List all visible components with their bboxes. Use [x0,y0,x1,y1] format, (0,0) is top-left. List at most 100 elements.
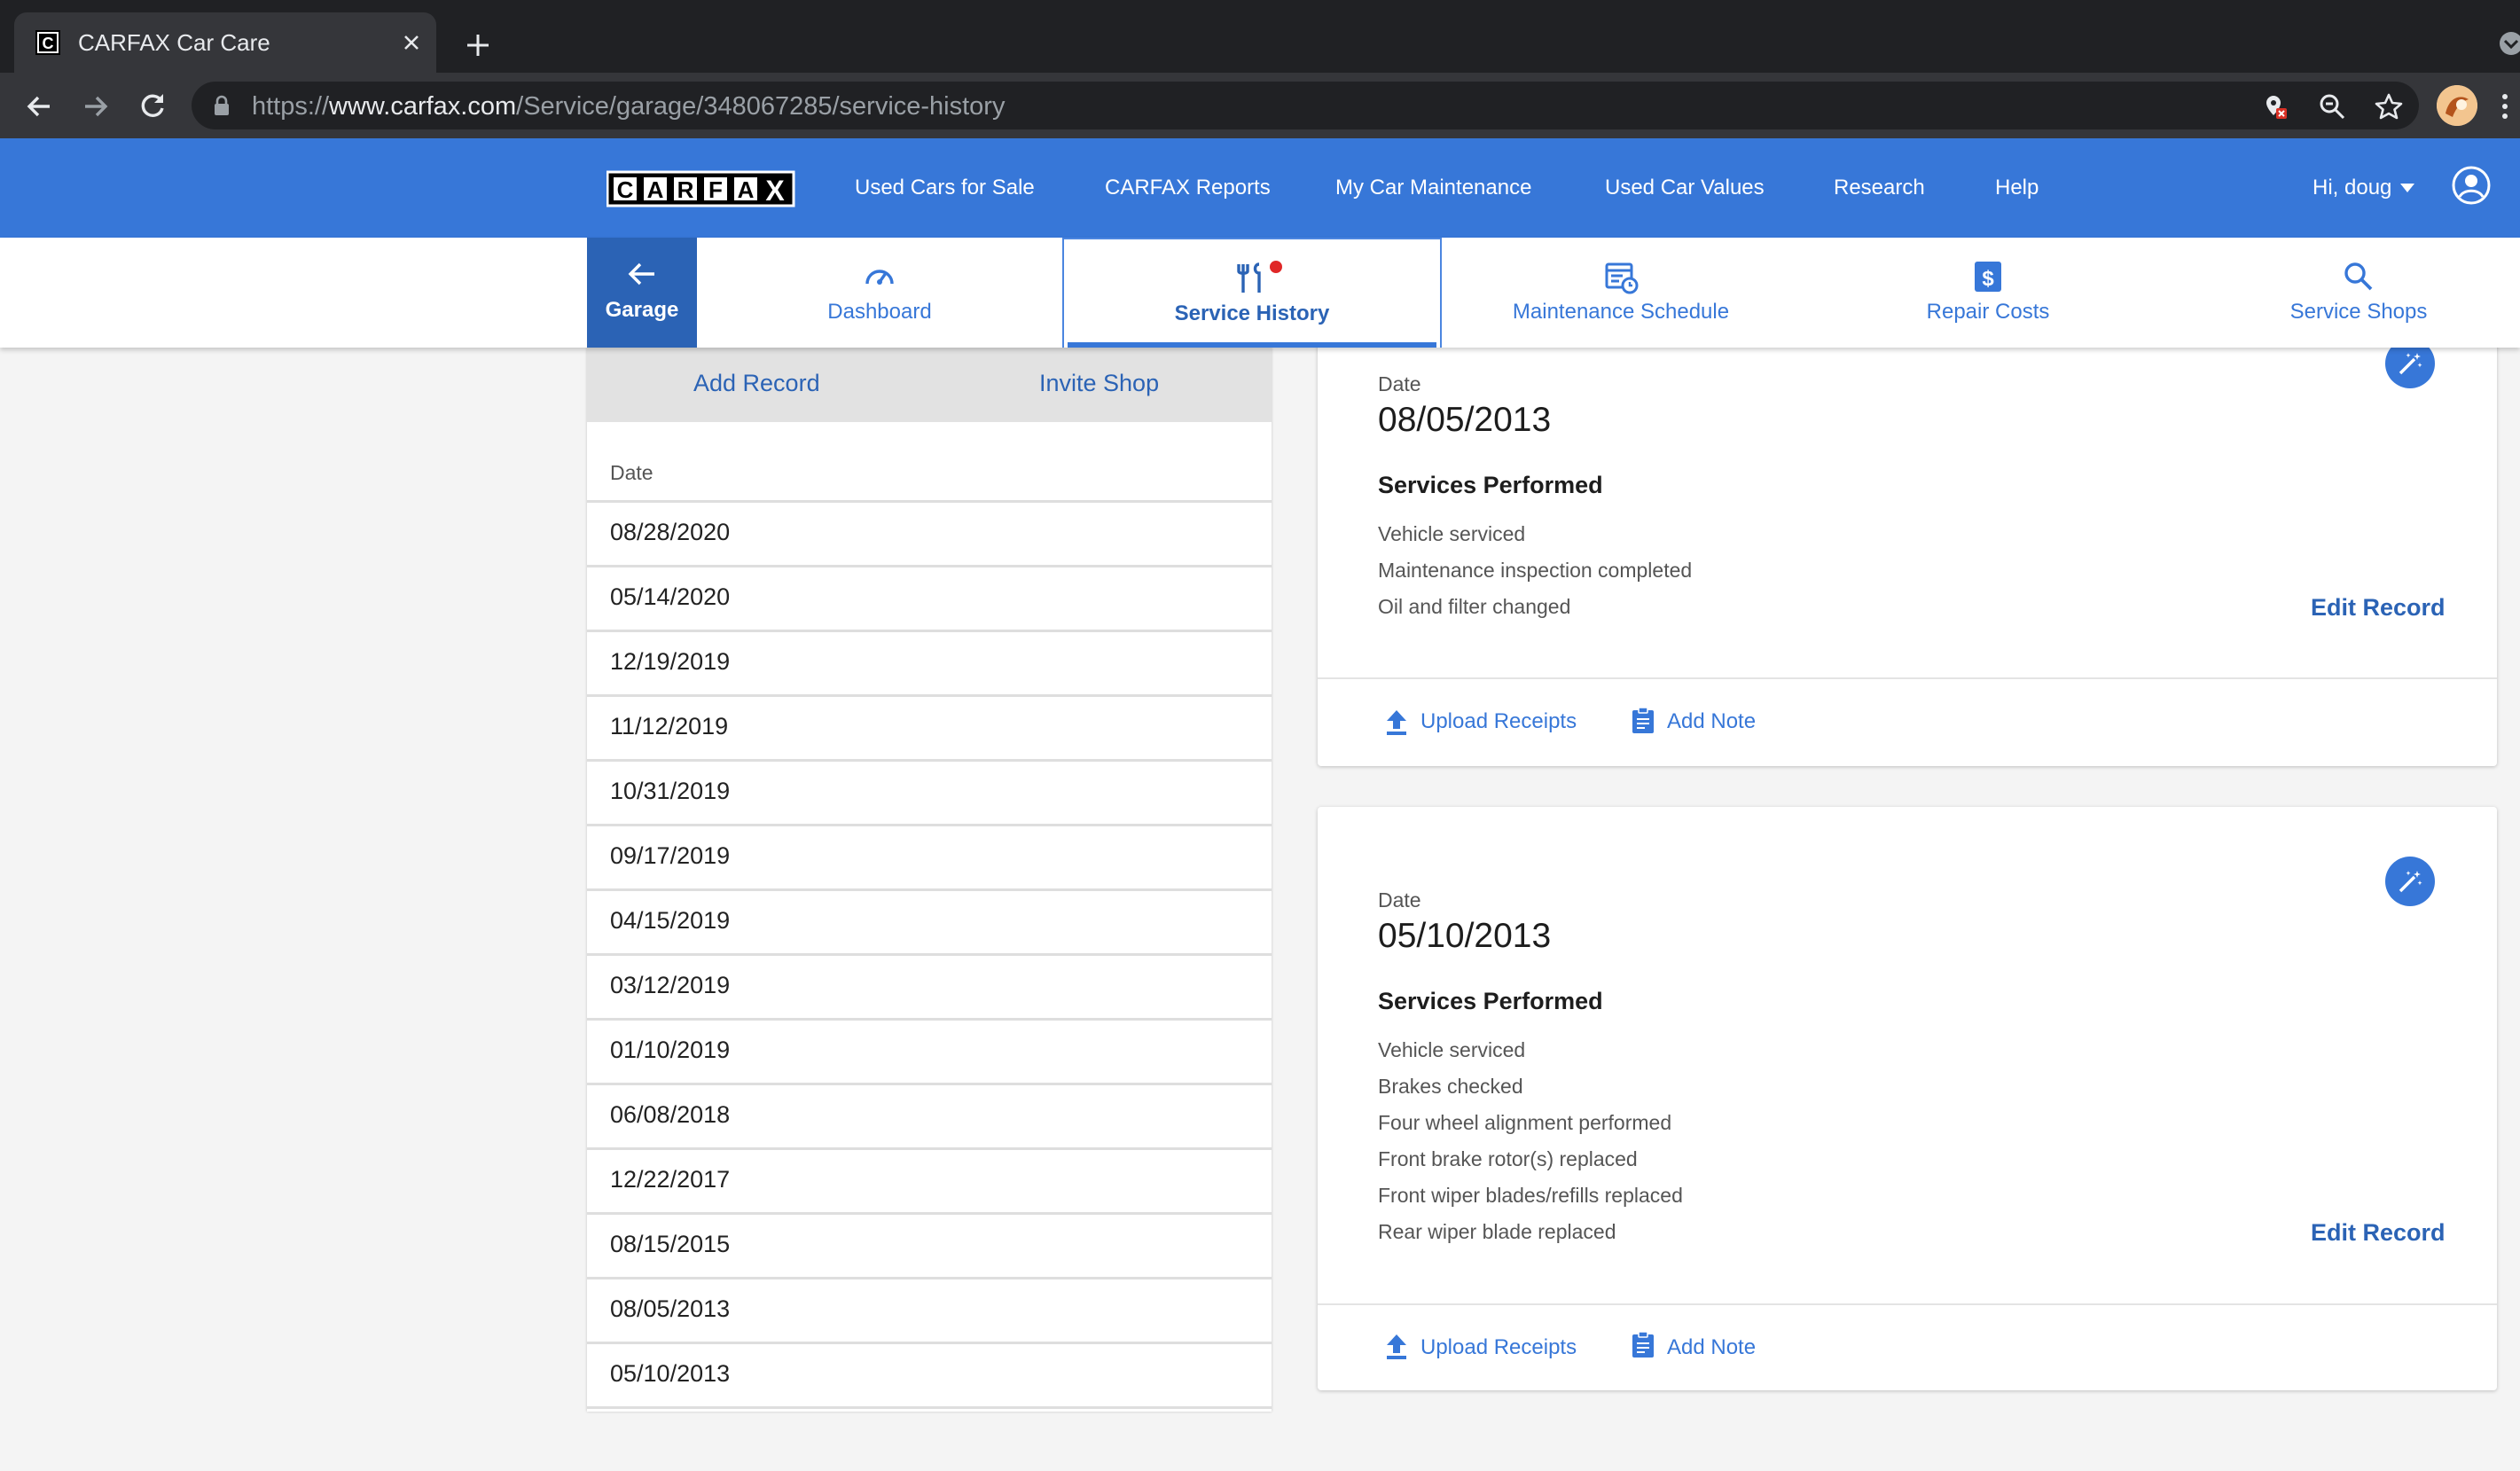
service-item: Front brake rotor(s) replaced [1378,1147,1638,1170]
upload-icon[interactable] [1383,1332,1410,1360]
date-list-item[interactable]: 01/10/2019 [587,1018,1272,1083]
dollar-icon: $ [1975,262,2001,292]
tab-label: Dashboard [827,300,932,324]
date-list-item[interactable]: 08/05/2013 [587,1277,1272,1342]
date-list-item[interactable]: 11/12/2019 [587,694,1272,759]
service-record-card: Date 05/10/2013 Services Performed Vehic… [1318,807,2497,1390]
notification-dot [1270,261,1282,273]
magic-wand-icon [2399,871,2422,893]
date-label: Date [1378,888,1421,912]
edit-record-fab[interactable] [2385,857,2435,906]
upload-icon[interactable] [1383,708,1410,736]
clipboard-note-icon[interactable] [1630,1330,1656,1358]
nav-research[interactable]: Research [1834,174,1925,202]
svg-text:X: X [765,175,785,207]
tab-repair-costs[interactable]: $ Repair Costs [1800,238,2176,348]
nav-car-values[interactable]: Used Car Values [1605,174,1765,202]
new-tab-plus-icon[interactable] [463,30,493,60]
tab-label: Service History [1174,301,1330,325]
nav-used-cars[interactable]: Used Cars for Sale [855,174,1035,202]
carfax-favicon-icon: C [35,30,60,55]
date-list-item[interactable]: 10/31/2019 [587,759,1272,824]
profile-avatar[interactable] [2437,85,2477,126]
browser-tab[interactable]: C CARFAX Car Care [14,12,436,73]
nav-help[interactable]: Help [1995,174,2039,202]
zoom-icon[interactable] [2318,92,2346,121]
service-item: Vehicle serviced [1378,522,1526,545]
card-divider [1318,1303,2497,1305]
add-note-button[interactable]: Add Note [1667,709,1756,734]
forward-arrow-icon[interactable] [80,90,112,122]
location-blocked-icon[interactable] [2261,92,2289,121]
garage-back-button[interactable]: Garage [587,238,697,348]
tools-icon [1237,262,1261,293]
search-icon [2344,262,2373,291]
tab-dashboard[interactable]: Dashboard [697,238,1062,348]
caret-down-icon[interactable] [2399,183,2415,193]
date-list-item[interactable]: 08/15/2015 [587,1212,1272,1277]
date-list: 08/28/2020 05/14/2020 12/19/2019 11/12/2… [587,500,1272,1471]
services-performed-title: Services Performed [1378,988,1603,1014]
bookmark-star-icon[interactable] [2375,92,2403,121]
record-date: 05/10/2013 [1378,917,1552,955]
date-list-item[interactable]: 05/10/2013 [587,1342,1272,1406]
schedule-icon [1605,262,1639,294]
record-date: 08/05/2013 [1378,401,1552,439]
date-list-item[interactable]: 05/14/2020 [587,565,1272,630]
account-circle-icon[interactable] [2451,165,2492,206]
date-list-item[interactable]: 06/08/2018 [587,1083,1272,1147]
date-list-item[interactable]: 12/22/2017 [587,1147,1272,1212]
service-item: Front wiper blades/refills replaced [1378,1184,1683,1207]
tab-title: CARFAX Car Care [78,29,270,56]
tab-maintenance-schedule[interactable]: Maintenance Schedule [1442,238,1800,348]
nav-car-maintenance[interactable]: My Car Maintenance [1335,174,1531,202]
upload-receipts-button[interactable]: Upload Receipts [1420,1335,1577,1360]
site-header: C A R F A X Used Cars for Sale CARFAX Re… [0,138,2520,238]
close-icon[interactable] [401,32,422,53]
invite-shop-button[interactable]: Invite Shop [1039,367,1159,399]
lock-icon [215,95,229,115]
date-list-item[interactable]: 04/15/2019 [587,888,1272,953]
date-label: Date [1378,372,1421,395]
nav-carfax-reports[interactable]: CARFAX Reports [1105,174,1271,202]
add-note-button[interactable]: Add Note [1667,1335,1756,1360]
service-date-panel: Add Record Invite Shop Date 08/28/2020 0… [587,348,1272,1412]
tab-service-history[interactable]: Service History [1062,238,1442,348]
tab-service-shops[interactable]: Service Shops [2176,238,2520,348]
date-list-item[interactable]: 08/28/2020 [587,500,1272,565]
add-record-button[interactable]: Add Record [693,367,820,399]
tab-label: Service Shops [2289,300,2428,324]
tab-search-chevron-icon[interactable] [2493,30,2520,57]
upload-receipts-button[interactable]: Upload Receipts [1420,709,1577,734]
date-list-item [587,1406,1272,1471]
carfax-logo[interactable]: C A R F A X [607,170,796,207]
user-greeting[interactable]: Hi, doug [2313,174,2391,202]
tab-label: Repair Costs [1926,300,2050,324]
edit-record-link[interactable]: Edit Record [2311,1219,2446,1247]
edit-record-link[interactable]: Edit Record [2311,594,2446,622]
active-tab-indicator [1068,342,1436,348]
card-divider [1318,677,2497,679]
service-item: Rear wiper blade replaced [1378,1220,1616,1243]
garage-subnav: Garage Dashboard Service History Mainten… [0,238,2520,348]
record-action-bar: Add Record Invite Shop [587,348,1272,422]
services-performed-title: Services Performed [1378,472,1603,498]
service-item: Oil and filter changed [1378,595,1571,618]
svg-text:R: R [677,176,694,203]
browser-tabstrip: C CARFAX Car Care [0,0,2520,73]
service-item: Four wheel alignment performed [1378,1111,1672,1134]
reload-icon[interactable] [137,90,168,122]
date-list-item[interactable]: 12/19/2019 [587,630,1272,694]
date-list-item[interactable]: 09/17/2019 [587,824,1272,888]
clipboard-note-icon[interactable] [1630,706,1656,734]
date-list-item[interactable]: 03/12/2019 [587,953,1272,1018]
browser-toolbar: https://www.carfax.com/Service/garage/34… [0,73,2520,138]
address-bar[interactable]: https://www.carfax.com/Service/garage/34… [192,82,2419,129]
speedometer-icon [865,270,894,285]
more-menu-icon[interactable] [2500,92,2509,121]
svg-text:$: $ [1982,267,1994,291]
url-text: https://www.carfax.com/Service/garage/34… [252,92,1006,121]
service-record-card: Date 08/05/2013 Services Performed Vehic… [1318,319,2497,766]
svg-text:C: C [617,176,634,203]
back-arrow-icon[interactable] [23,90,55,122]
